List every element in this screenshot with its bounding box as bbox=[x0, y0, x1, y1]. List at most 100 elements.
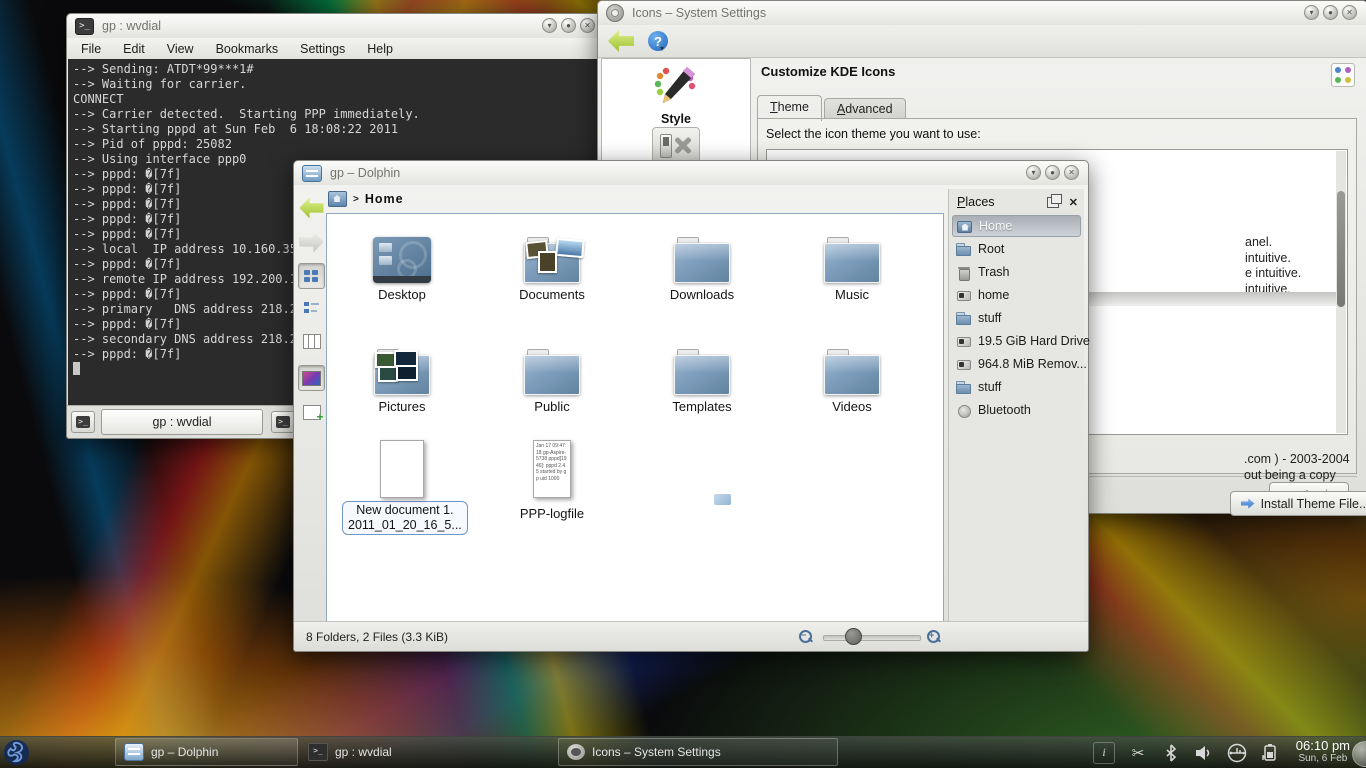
tab-theme[interactable]: Theme bbox=[757, 95, 822, 121]
folder-item-downloads[interactable]: Downloads bbox=[642, 227, 762, 302]
dolphin-titlebar[interactable]: gp – Dolphin ▾ ● ✕ bbox=[294, 161, 1088, 185]
zoom-in-icon[interactable]: + bbox=[927, 630, 941, 644]
maximize-button[interactable]: ● bbox=[1045, 165, 1060, 180]
battery-icon[interactable] bbox=[1260, 743, 1280, 763]
drive-icon bbox=[956, 289, 972, 302]
maximize-button[interactable]: ● bbox=[561, 18, 576, 33]
folder-icon bbox=[524, 349, 580, 395]
system-tray: i ✂ bbox=[1093, 737, 1280, 768]
close-panel-icon[interactable]: ✕ bbox=[1069, 196, 1078, 209]
folder-icon bbox=[824, 349, 880, 395]
trash-icon bbox=[956, 266, 972, 279]
file-preview-text: Jan 17 09:47:18 gp-Aspire-5738 pppd[1946… bbox=[536, 443, 568, 495]
place-label: home bbox=[978, 288, 1009, 302]
back-button[interactable] bbox=[298, 195, 325, 221]
bluetooth-icon[interactable] bbox=[1161, 743, 1181, 763]
volume-icon[interactable] bbox=[1194, 743, 1214, 763]
folder-view[interactable]: Desktop Documents Downloads Music bbox=[326, 213, 944, 626]
terminal-line: --> Pid of pppd: 25082 bbox=[73, 137, 602, 152]
zoom-slider[interactable] bbox=[823, 635, 921, 641]
description-fragment: .com ) - 2003-2004 bbox=[1244, 451, 1350, 467]
folder-icon bbox=[956, 312, 972, 325]
info-icon[interactable]: i bbox=[1093, 742, 1115, 764]
zoom-slider-thumb[interactable] bbox=[845, 628, 862, 645]
help-icon[interactable]: ? bbox=[648, 31, 668, 51]
back-arrow-icon[interactable] bbox=[608, 30, 634, 52]
task-system-settings[interactable]: Icons – System Settings bbox=[558, 738, 838, 766]
folder-icon bbox=[824, 237, 880, 283]
terminal-tab[interactable]: gp : wvdial bbox=[101, 409, 263, 435]
home-icon[interactable] bbox=[328, 191, 347, 207]
folder-item-templates[interactable]: Templates bbox=[642, 339, 762, 414]
minimize-button[interactable]: ▾ bbox=[542, 18, 557, 33]
tab-list-button[interactable]: >_ bbox=[271, 411, 295, 433]
float-panel-icon[interactable] bbox=[1047, 197, 1059, 208]
sidebar-item-style[interactable]: Style bbox=[602, 65, 750, 126]
place-removable-drive[interactable]: 964.8 MiB Remov... bbox=[952, 353, 1081, 375]
file-item-ppp-logfile[interactable]: Jan 17 09:47:18 gp-Aspire-5738 pppd[1946… bbox=[492, 436, 612, 521]
minimize-button[interactable]: ▾ bbox=[1026, 165, 1041, 180]
task-dolphin[interactable]: gp – Dolphin bbox=[115, 738, 298, 766]
folder-item-music[interactable]: Music bbox=[792, 227, 912, 302]
select-theme-label: Select the icon theme you want to use: bbox=[766, 127, 981, 141]
preview-toggle-button[interactable] bbox=[298, 365, 325, 391]
settings-titlebar[interactable]: Icons – System Settings ▾ ● ✕ bbox=[598, 1, 1366, 25]
breadcrumb-home[interactable]: Home bbox=[365, 192, 404, 206]
clock[interactable]: 06:10 pm Sun, 6 Feb bbox=[1296, 739, 1350, 765]
panel-cashew-icon[interactable] bbox=[1352, 741, 1366, 767]
menu-settings[interactable]: Settings bbox=[300, 42, 345, 56]
place-label: stuff bbox=[978, 380, 1001, 394]
menu-help[interactable]: Help bbox=[367, 42, 393, 56]
folder-item-documents[interactable]: Documents bbox=[492, 227, 612, 302]
scrollbar-thumb[interactable] bbox=[1337, 191, 1345, 307]
menu-edit[interactable]: Edit bbox=[123, 42, 145, 56]
file-item-new-document[interactable]: New document 1. 2011_01_20_16_5... bbox=[342, 436, 462, 535]
place-home-partition[interactable]: home bbox=[952, 284, 1081, 306]
task-wvdial[interactable]: >_ gp : wvdial bbox=[300, 738, 556, 766]
details-view-button[interactable] bbox=[298, 295, 325, 321]
text-file-preview-icon: Jan 17 09:47:18 gp-Aspire-5738 pppd[1946… bbox=[533, 440, 571, 498]
forward-button[interactable] bbox=[298, 229, 325, 255]
split-view-button[interactable] bbox=[298, 399, 325, 425]
folder-item-pictures[interactable]: Pictures bbox=[342, 339, 462, 414]
place-root[interactable]: Root bbox=[952, 238, 1081, 260]
place-stuff-2[interactable]: stuff bbox=[952, 376, 1081, 398]
menu-bookmarks[interactable]: Bookmarks bbox=[216, 42, 279, 56]
app-launcher-icon[interactable] bbox=[2, 738, 31, 767]
folder-item-public[interactable]: Public bbox=[492, 339, 612, 414]
bluetooth-gear-icon bbox=[956, 404, 972, 417]
usb-device-icon[interactable] bbox=[1227, 743, 1247, 763]
zoom-out-icon[interactable]: − bbox=[799, 630, 813, 644]
clipboard-scissors-icon[interactable]: ✂ bbox=[1128, 743, 1148, 763]
folder-icon bbox=[956, 381, 972, 394]
minimize-button[interactable]: ▾ bbox=[1304, 5, 1319, 20]
folder-label: Downloads bbox=[642, 287, 762, 302]
maximize-button[interactable]: ● bbox=[1323, 5, 1338, 20]
close-button[interactable]: ✕ bbox=[1342, 5, 1357, 20]
folder-item-desktop[interactable]: Desktop bbox=[342, 227, 462, 302]
close-button[interactable]: ✕ bbox=[1064, 165, 1079, 180]
place-home[interactable]: Home bbox=[952, 215, 1081, 237]
install-theme-button[interactable]: Install Theme File... bbox=[1230, 491, 1366, 516]
desktop-folder-icon bbox=[373, 237, 431, 283]
module-overview-button[interactable] bbox=[1331, 63, 1355, 87]
menu-view[interactable]: View bbox=[167, 42, 194, 56]
place-trash[interactable]: Trash bbox=[952, 261, 1081, 283]
documents-folder-icon bbox=[524, 237, 580, 283]
menu-file[interactable]: File bbox=[81, 42, 101, 56]
scrollbar[interactable] bbox=[1336, 151, 1346, 433]
file-name-line2: 2011_01_20_16_5... bbox=[348, 518, 462, 533]
close-button[interactable]: ✕ bbox=[580, 18, 595, 33]
terminal-titlebar[interactable]: >_ gp : wvdial ▾ ● ✕ bbox=[67, 14, 603, 38]
place-bluetooth[interactable]: Bluetooth bbox=[952, 399, 1081, 421]
breadcrumb-separator: > bbox=[353, 194, 359, 205]
clock-date: Sun, 6 Feb bbox=[1296, 752, 1350, 765]
folder-item-videos[interactable]: Videos bbox=[792, 339, 912, 414]
chevron-down-icon[interactable]: ▾ bbox=[660, 44, 664, 53]
new-tab-button[interactable]: >_ bbox=[71, 411, 95, 433]
place-hard-drive[interactable]: 19.5 GiB Hard Drive bbox=[952, 330, 1081, 352]
columns-view-button[interactable] bbox=[298, 328, 325, 354]
icons-view-button[interactable] bbox=[298, 263, 325, 289]
back-arrow-icon bbox=[300, 198, 324, 219]
place-stuff[interactable]: stuff bbox=[952, 307, 1081, 329]
